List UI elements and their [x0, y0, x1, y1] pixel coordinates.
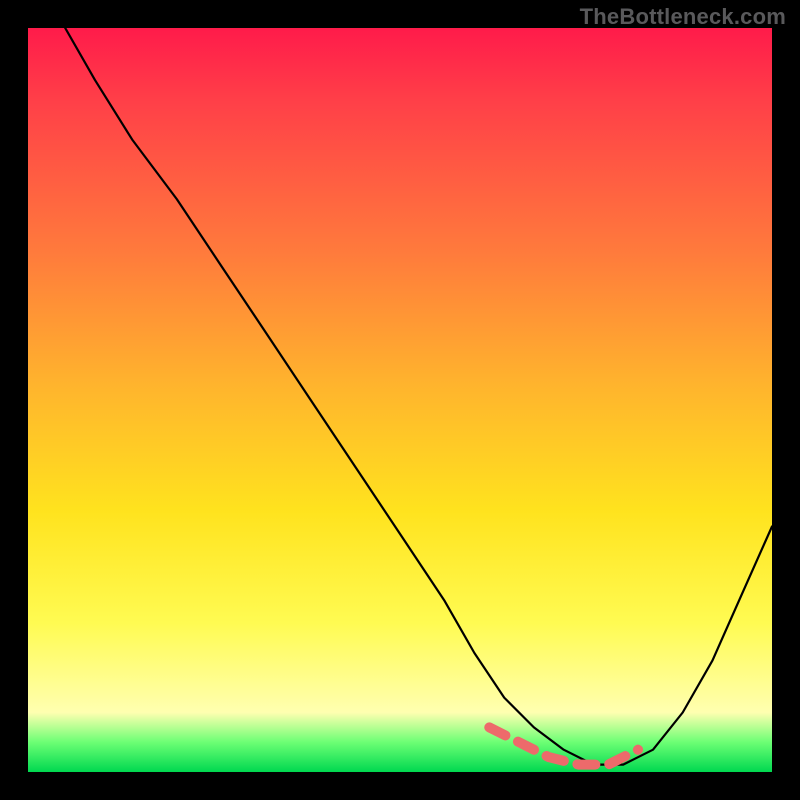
optimal-band-markers — [489, 727, 638, 764]
chart-svg — [28, 28, 772, 772]
chart-stage: TheBottleneck.com — [0, 0, 800, 800]
bottleneck-curve-line — [65, 28, 772, 765]
plot-area — [28, 28, 772, 772]
watermark-text: TheBottleneck.com — [580, 4, 786, 30]
